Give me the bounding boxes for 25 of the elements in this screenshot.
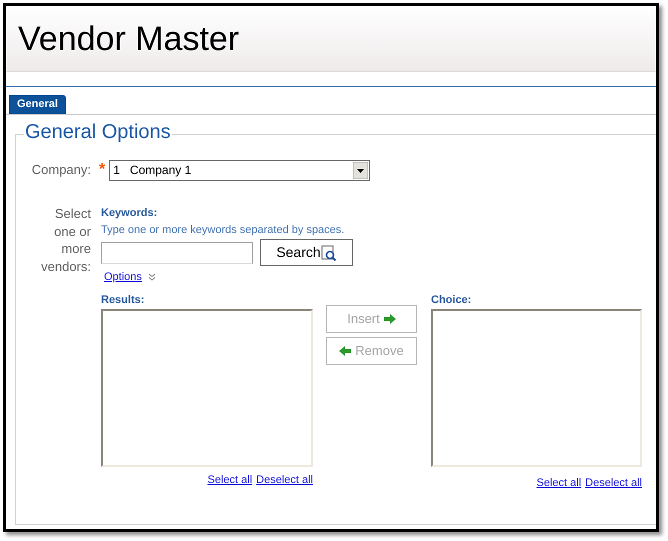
keywords-input[interactable] bbox=[101, 242, 253, 264]
right-arrow-icon bbox=[384, 314, 396, 324]
select-all-link[interactable]: Select all bbox=[208, 472, 252, 488]
results-label: Results: bbox=[101, 292, 146, 308]
left-arrow-icon bbox=[339, 346, 352, 356]
options-link[interactable]: Options bbox=[104, 269, 142, 286]
dropdown-arrow-icon bbox=[353, 162, 368, 178]
company-select[interactable]: 1 Company 1 bbox=[109, 160, 370, 180]
company-label: Company: bbox=[30, 161, 91, 180]
select-all-link[interactable]: Select all bbox=[536, 475, 582, 492]
results-list[interactable] bbox=[101, 309, 313, 467]
keywords-label: Keywords: bbox=[101, 206, 158, 221]
deselect-all-link[interactable]: Deselect all bbox=[256, 472, 313, 488]
page-title: Vendor Master bbox=[18, 22, 240, 56]
search-button[interactable]: Search bbox=[260, 239, 353, 266]
tab[interactable]: General bbox=[9, 95, 66, 114]
vendors-label: Select one or more vendors: bbox=[40, 205, 91, 276]
keywords-hint: Type one or more keywords separated by spaces. bbox=[101, 222, 346, 238]
double-chevron-icon bbox=[148, 273, 156, 282]
section-legend: General Options bbox=[24, 122, 172, 142]
deselect-all-link[interactable]: Deselect all bbox=[585, 475, 642, 492]
choice-list[interactable] bbox=[431, 309, 642, 467]
choice-label: Choice: bbox=[431, 292, 472, 308]
search-icon bbox=[320, 244, 337, 260]
required-mark: * bbox=[99, 160, 106, 180]
